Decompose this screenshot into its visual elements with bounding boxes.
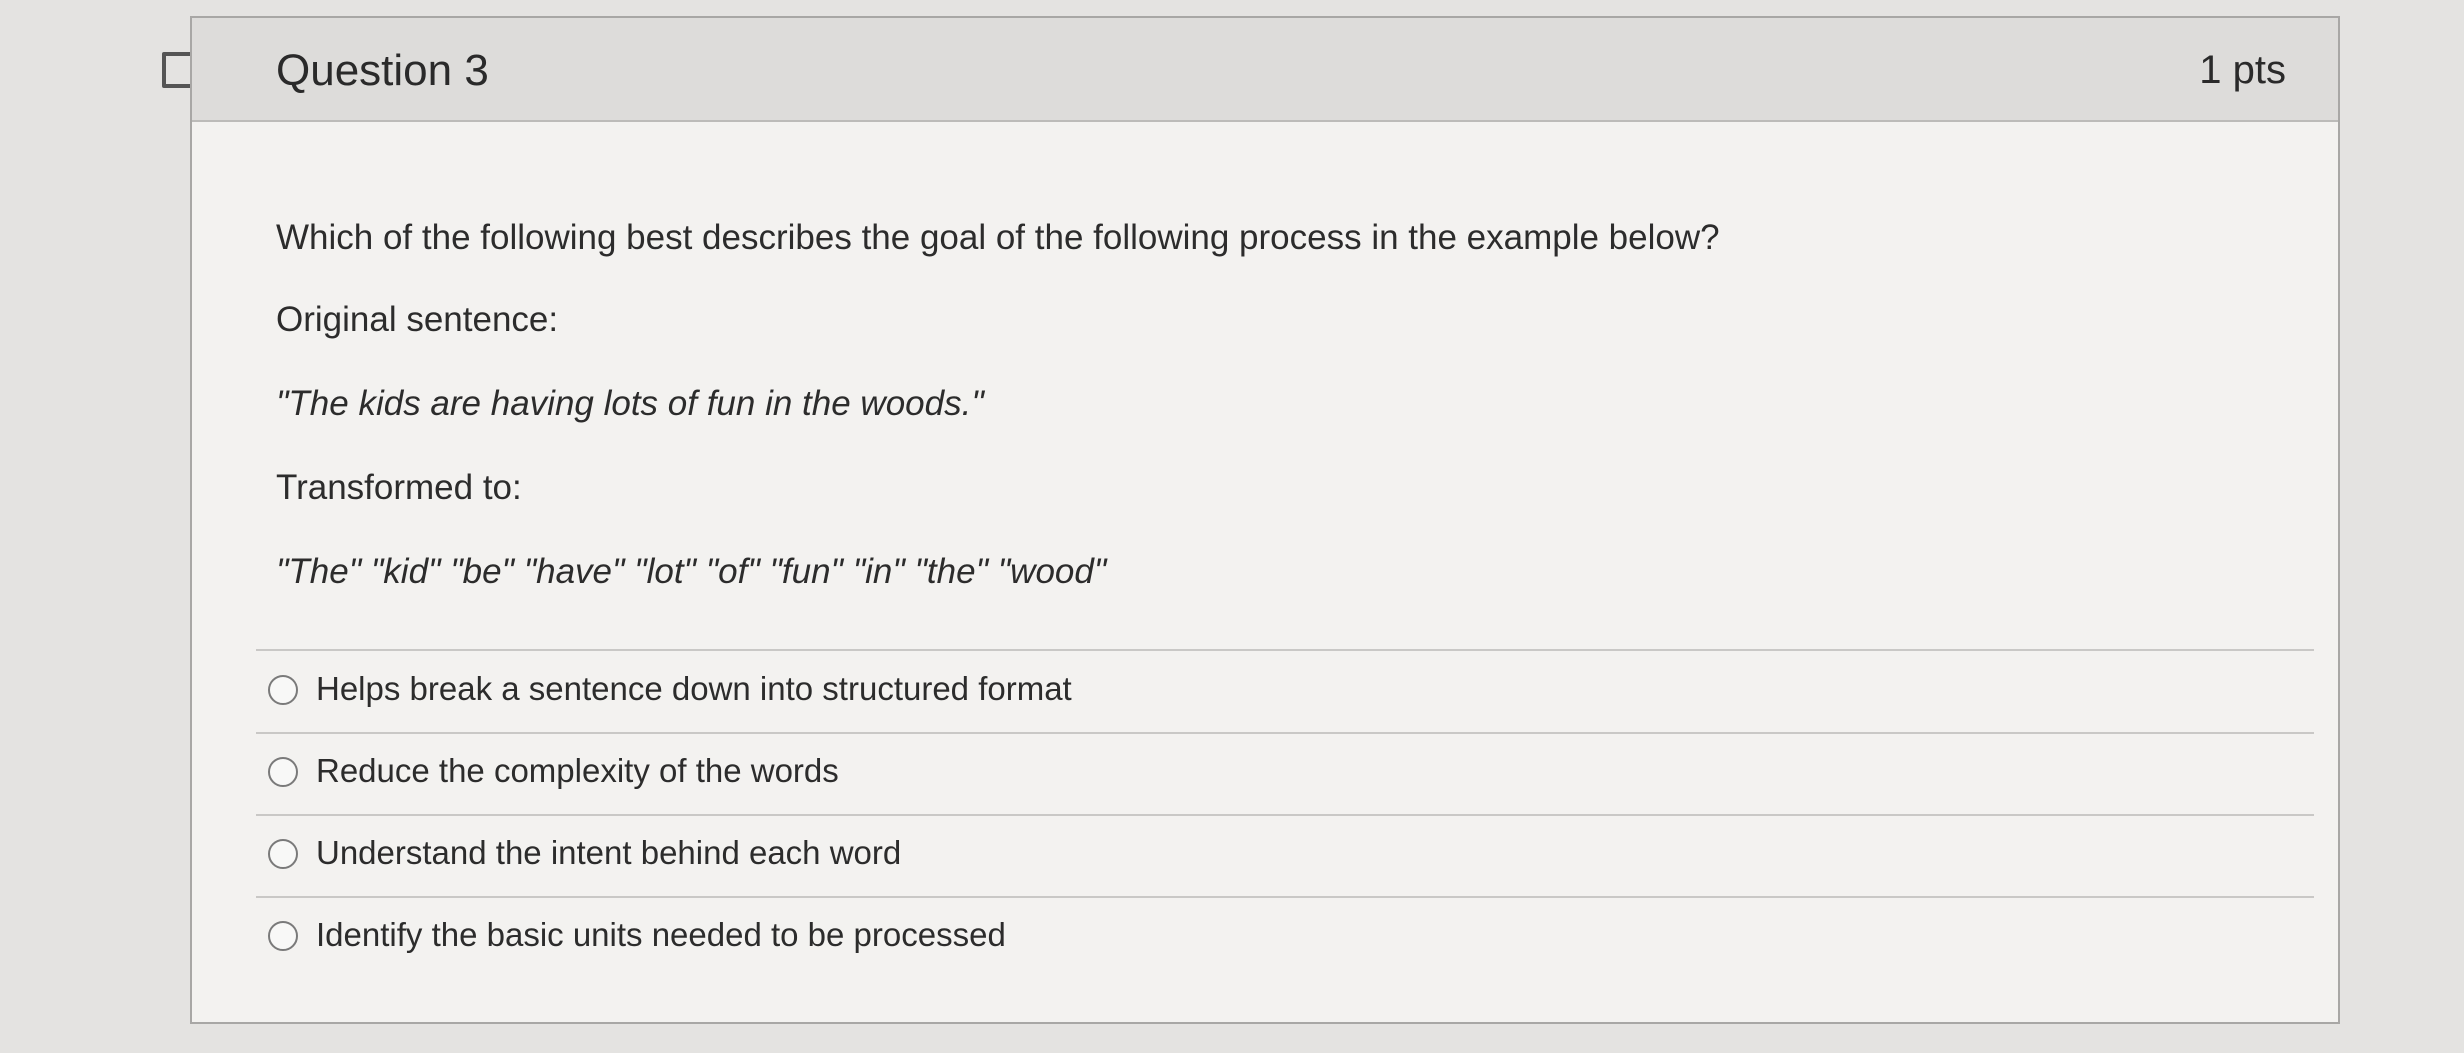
question-points: 1 pts: [2199, 48, 2286, 92]
question-body: Which of the following best describes th…: [192, 122, 2338, 1022]
answer-label[interactable]: Helps break a sentence down into structu…: [316, 670, 1072, 708]
radio-button[interactable]: [268, 675, 298, 705]
transformed-label: Transformed to:: [276, 468, 522, 507]
question-card: Question 3 1 pts Which of the following …: [190, 16, 2340, 1024]
answer-option[interactable]: Helps break a sentence down into structu…: [256, 652, 2314, 734]
answer-label[interactable]: Identify the basic units needed to be pr…: [316, 916, 1006, 954]
answer-option[interactable]: Identify the basic units needed to be pr…: [256, 898, 2314, 980]
original-sentence: "The kids are having lots of fun in the …: [276, 384, 984, 423]
transformed-tokens: "The" "kid" "be" "have" "lot" "of" "fun"…: [276, 552, 1107, 591]
answer-option[interactable]: Understand the intent behind each word: [256, 816, 2314, 898]
radio-button[interactable]: [268, 921, 298, 951]
question-prompt: Which of the following best describes th…: [276, 218, 1720, 257]
question-title: Question 3: [276, 46, 489, 95]
answer-label[interactable]: Reduce the complexity of the words: [316, 752, 839, 790]
original-sentence-label: Original sentence:: [276, 300, 559, 339]
answer-option[interactable]: Reduce the complexity of the words: [256, 734, 2314, 816]
radio-button[interactable]: [268, 839, 298, 869]
radio-button[interactable]: [268, 757, 298, 787]
question-header: Question 3 1 pts: [192, 18, 2338, 122]
answer-label[interactable]: Understand the intent behind each word: [316, 834, 901, 872]
answers-divider: [256, 649, 2314, 651]
